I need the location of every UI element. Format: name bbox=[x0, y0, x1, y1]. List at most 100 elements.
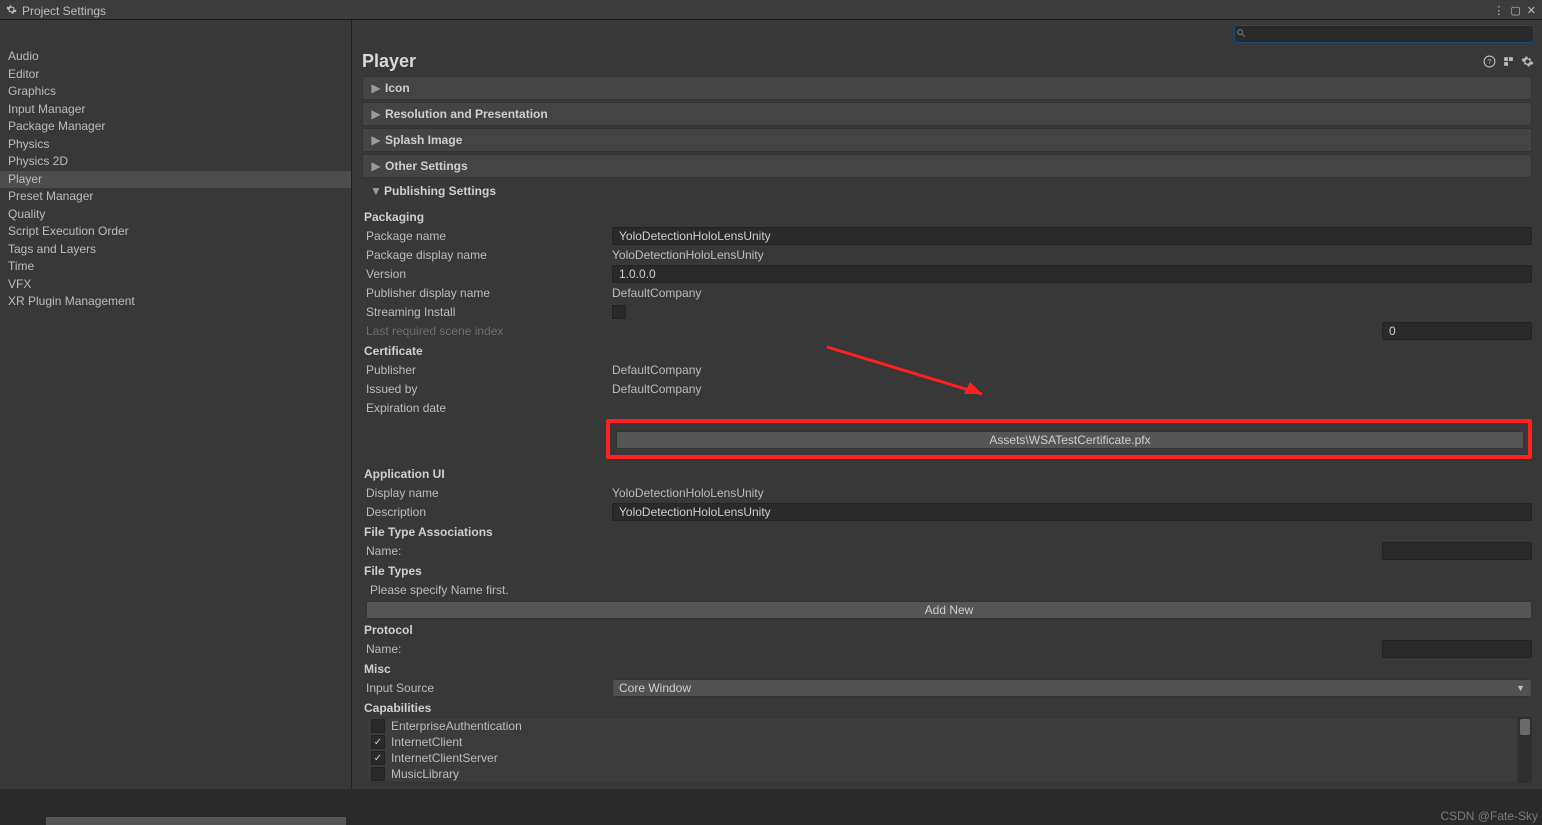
foldout-other[interactable]: ▶Other Settings bbox=[362, 154, 1532, 178]
cert-publisher-label: Publisher bbox=[366, 363, 612, 377]
capability-checkbox[interactable]: ✓ bbox=[371, 735, 385, 749]
last-scene-input[interactable] bbox=[1382, 322, 1532, 340]
sidebar-item-input-manager[interactable]: Input Manager bbox=[0, 101, 351, 119]
package-name-input[interactable] bbox=[612, 227, 1532, 245]
misc-header: Misc bbox=[362, 658, 1532, 678]
search-field[interactable] bbox=[352, 25, 1534, 43]
capabilities-list: EnterpriseAuthentication✓InternetClient✓… bbox=[366, 717, 1518, 783]
window-title: Project Settings bbox=[22, 4, 106, 18]
protocol-name-input[interactable] bbox=[1382, 640, 1532, 658]
sidebar: AudioEditorGraphicsInput ManagerPackage … bbox=[0, 20, 352, 789]
packaging-header: Packaging bbox=[362, 206, 1532, 226]
sidebar-item-physics-2d[interactable]: Physics 2D bbox=[0, 153, 351, 171]
capability-row: MusicLibrary bbox=[367, 766, 1517, 782]
capability-row: ✓ InternetClient bbox=[367, 734, 1517, 750]
fta-name-input[interactable] bbox=[1382, 542, 1532, 560]
cert-publisher-value: DefaultCompany bbox=[612, 363, 1532, 377]
chevron-down-icon: ▼ bbox=[370, 184, 380, 198]
main-panel: Player ? ▶Icon ▶Resolution and Presentat… bbox=[352, 20, 1542, 789]
preset-icon[interactable] bbox=[1502, 55, 1515, 68]
sidebar-item-player[interactable]: Player bbox=[0, 171, 351, 189]
maximize-icon[interactable]: ▢ bbox=[1510, 4, 1520, 17]
foldout-splash[interactable]: ▶Splash Image bbox=[362, 128, 1532, 152]
sidebar-item-script-execution-order[interactable]: Script Execution Order bbox=[0, 223, 351, 241]
cert-issued-label: Issued by bbox=[366, 382, 612, 396]
capability-label: InternetClient bbox=[391, 735, 462, 749]
capability-checkbox[interactable] bbox=[371, 767, 385, 781]
foldout-publishing[interactable]: ▼Publishing Settings bbox=[362, 180, 1532, 202]
gear-icon bbox=[6, 4, 17, 18]
foldout-icon[interactable]: ▶Icon bbox=[362, 76, 1532, 100]
description-label: Description bbox=[366, 505, 612, 519]
chevron-right-icon: ▶ bbox=[371, 133, 381, 147]
protocol-header: Protocol bbox=[362, 619, 1532, 639]
chevron-right-icon: ▶ bbox=[371, 159, 381, 173]
sidebar-item-quality[interactable]: Quality bbox=[0, 206, 351, 224]
sidebar-item-tags-and-layers[interactable]: Tags and Layers bbox=[0, 241, 351, 259]
input-source-label: Input Source bbox=[366, 681, 612, 695]
sidebar-item-package-manager[interactable]: Package Manager bbox=[0, 118, 351, 136]
capability-label: InternetClientServer bbox=[391, 751, 498, 765]
kebab-icon[interactable]: ⋮ bbox=[1493, 4, 1504, 17]
svg-text:?: ? bbox=[1487, 57, 1491, 66]
fta-name-label: Name: bbox=[366, 544, 612, 558]
sidebar-item-editor[interactable]: Editor bbox=[0, 66, 351, 84]
search-input[interactable] bbox=[1234, 25, 1534, 43]
certificate-header: Certificate bbox=[362, 340, 1532, 360]
fta-header: File Type Associations bbox=[362, 521, 1532, 541]
display-name-value: YoloDetectionHoloLensUnity bbox=[612, 486, 1532, 500]
page-title: Player bbox=[362, 51, 416, 72]
bottom-bar bbox=[46, 817, 346, 825]
settings-scroll[interactable]: ▶Icon ▶Resolution and Presentation ▶Spla… bbox=[352, 74, 1542, 789]
capability-row: EnterpriseAuthentication bbox=[367, 718, 1517, 734]
input-source-dropdown[interactable]: Core Window▼ bbox=[612, 679, 1532, 697]
description-input[interactable] bbox=[612, 503, 1532, 521]
publisher-display-label: Publisher display name bbox=[366, 286, 612, 300]
display-name-label: Display name bbox=[366, 486, 612, 500]
close-icon[interactable]: ✕ bbox=[1527, 4, 1536, 17]
certificate-highlight: Assets\WSATestCertificate.pfx bbox=[606, 419, 1532, 459]
titlebar: Project Settings ⋮ ▢ ✕ bbox=[0, 2, 1542, 20]
capability-label: EnterpriseAuthentication bbox=[391, 719, 522, 733]
package-display-label: Package display name bbox=[366, 248, 612, 262]
add-new-button[interactable]: Add New bbox=[366, 601, 1532, 619]
sidebar-item-physics[interactable]: Physics bbox=[0, 136, 351, 154]
sidebar-item-vfx[interactable]: VFX bbox=[0, 276, 351, 294]
version-label: Version bbox=[366, 267, 612, 281]
sidebar-item-audio[interactable]: Audio bbox=[0, 48, 351, 66]
search-icon bbox=[1236, 28, 1246, 38]
filetypes-header: File Types bbox=[362, 560, 1532, 580]
sidebar-item-graphics[interactable]: Graphics bbox=[0, 83, 351, 101]
sidebar-item-xr-plugin-management[interactable]: XR Plugin Management bbox=[0, 293, 351, 311]
package-name-label: Package name bbox=[366, 229, 612, 243]
capabilities-scrollbar[interactable] bbox=[1518, 717, 1532, 783]
streaming-label: Streaming Install bbox=[366, 305, 612, 319]
sidebar-item-preset-manager[interactable]: Preset Manager bbox=[0, 188, 351, 206]
package-display-value: YoloDetectionHoloLensUnity bbox=[612, 248, 1532, 262]
publisher-display-value: DefaultCompany bbox=[612, 286, 1532, 300]
window-controls: ⋮ ▢ ✕ bbox=[1493, 4, 1536, 17]
capabilities-label: Capabilities bbox=[362, 697, 1532, 717]
help-icon[interactable]: ? bbox=[1483, 55, 1496, 68]
capability-checkbox[interactable] bbox=[371, 719, 385, 733]
chevron-down-icon: ▼ bbox=[1516, 683, 1525, 693]
cert-expiration-label: Expiration date bbox=[366, 401, 612, 415]
watermark: CSDN @Fate-Sky bbox=[1440, 809, 1538, 823]
foldout-resolution[interactable]: ▶Resolution and Presentation bbox=[362, 102, 1532, 126]
chevron-right-icon: ▶ bbox=[371, 107, 381, 121]
appui-header: Application UI bbox=[362, 463, 1532, 483]
protocol-name-label: Name: bbox=[366, 642, 612, 656]
capability-label: MusicLibrary bbox=[391, 767, 459, 781]
last-scene-label: Last required scene index bbox=[366, 324, 612, 338]
chevron-right-icon: ▶ bbox=[371, 81, 381, 95]
sidebar-item-time[interactable]: Time bbox=[0, 258, 351, 276]
capability-checkbox[interactable]: ✓ bbox=[371, 751, 385, 765]
streaming-checkbox[interactable] bbox=[612, 305, 626, 319]
window-tab[interactable]: Project Settings bbox=[6, 3, 114, 18]
certificate-path-button[interactable]: Assets\WSATestCertificate.pfx bbox=[616, 431, 1524, 449]
cert-issued-value: DefaultCompany bbox=[612, 382, 1532, 396]
version-input[interactable] bbox=[612, 265, 1532, 283]
settings-icon[interactable] bbox=[1521, 55, 1534, 68]
filetypes-message: Please specify Name first. bbox=[366, 583, 1532, 597]
capability-row: ✓ InternetClientServer bbox=[367, 750, 1517, 766]
